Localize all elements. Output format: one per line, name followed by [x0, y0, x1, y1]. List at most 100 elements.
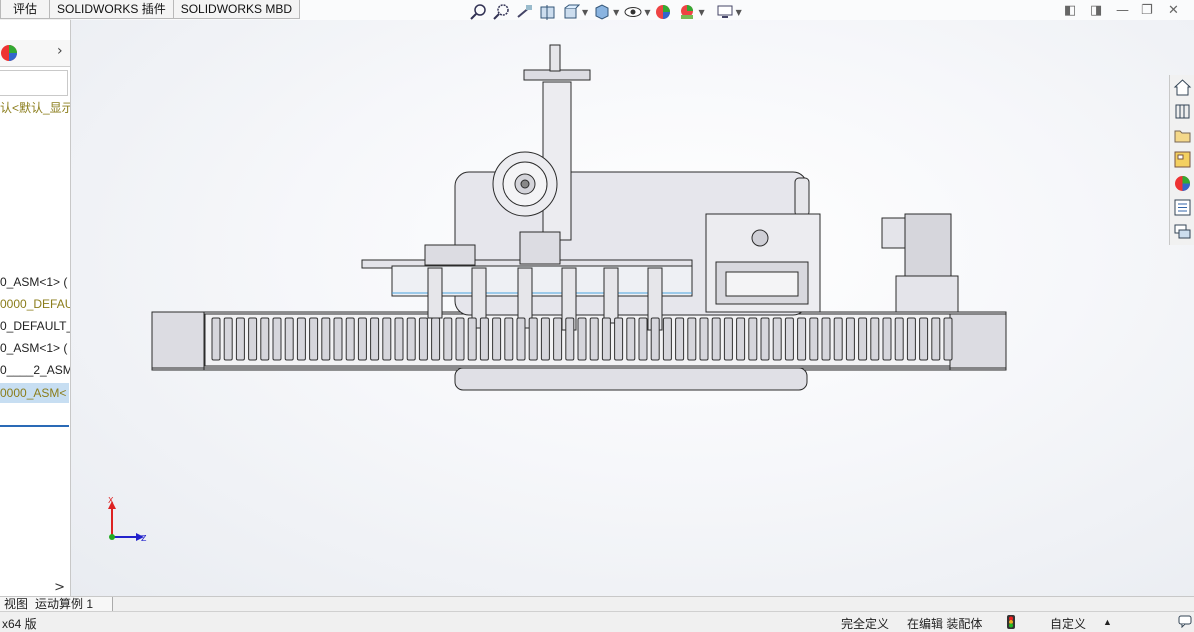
home-icon[interactable] [1173, 78, 1192, 97]
conveyor-cleat [492, 317, 502, 361]
conveyor-cleat [858, 317, 868, 361]
custom-properties-icon[interactable] [1173, 198, 1192, 217]
conveyor-cleat [784, 317, 794, 361]
chevron-up-icon[interactable]: ▲ [1103, 617, 1112, 627]
design-library-icon[interactable] [1173, 102, 1192, 121]
conveyor-cleat [736, 317, 746, 361]
help-bubble-icon[interactable] [1178, 615, 1192, 628]
chevron-down-icon[interactable]: ▼ [736, 8, 742, 17]
conveyor-cleat [260, 317, 270, 361]
reference-triad: X Z [108, 496, 147, 543]
tree-item[interactable]: 0_DEFAULT_A [0, 319, 70, 333]
edit-appearance-icon[interactable] [655, 4, 673, 20]
appearances-icon[interactable] [1173, 174, 1192, 193]
view-settings-icon[interactable] [716, 4, 734, 20]
conveyor-cleat [601, 317, 611, 361]
machine-model [151, 44, 1007, 391]
tree-filter-input[interactable] [0, 70, 68, 96]
conveyor-cleat [248, 317, 258, 361]
conveyor-cleat [223, 317, 233, 361]
view-orientation-icon[interactable] [562, 4, 580, 20]
view-palette-icon[interactable] [1173, 150, 1192, 169]
conveyor-cleat [687, 317, 697, 361]
command-manager-tabs: 评估 SOLIDWORKS 插件 SOLIDWORKS MBD [0, 0, 301, 20]
hide-show-items-icon[interactable] [624, 4, 642, 20]
conveyor-cleat [467, 317, 477, 361]
chevron-down-icon[interactable]: ▼ [644, 8, 650, 17]
tab-solidworks-addins[interactable]: SOLIDWORKS 插件 [49, 0, 174, 19]
apply-scene-icon[interactable] [678, 4, 696, 20]
conveyor-cleat [931, 317, 941, 361]
display-manager-icon[interactable] [0, 44, 18, 62]
tree-item[interactable]: 0000_DEFAU [0, 297, 70, 311]
tree-item-selected[interactable]: 0000_ASM< [0, 383, 69, 403]
conveyor-cleat [528, 317, 538, 361]
tree-item[interactable]: 0_ASM<1> ( [0, 341, 67, 355]
minimize-icon[interactable]: — [1116, 3, 1129, 18]
conveyor-cleat [699, 317, 709, 361]
rollback-bar[interactable] [0, 425, 69, 427]
tree-item[interactable]: 0_ASM<1> ( [0, 275, 67, 289]
tab-evaluate[interactable]: 评估 [0, 0, 51, 19]
conveyor-cleat [370, 317, 380, 361]
tree-item[interactable]: 0____2_ASM [0, 363, 70, 377]
feature-manager-panel: › 认<默认_显示 0_ASM<1> ( 0000_DEFAU 0_DEFAUL… [0, 20, 71, 596]
conveyor-cleat [479, 317, 489, 361]
units-selector[interactable]: 自定义 [1050, 615, 1086, 632]
task-pane [1169, 75, 1194, 245]
status-bar: x64 版 完全定义 在编辑 装配体 自定义 ▲ [0, 611, 1194, 631]
conveyor-cleat [455, 317, 465, 361]
conveyor-cleat [284, 317, 294, 361]
conveyor-cleat [589, 317, 599, 361]
conveyor-cleat [418, 317, 428, 361]
expand-arrow[interactable]: > [54, 580, 65, 595]
forum-icon[interactable] [1173, 222, 1192, 241]
conveyor-cleat [516, 317, 526, 361]
chevron-down-icon[interactable]: ▼ [698, 8, 704, 17]
editing-status: 在编辑 装配体 [907, 617, 983, 631]
tab-motion-study[interactable]: 运动算例 1 [31, 597, 113, 611]
conveyor-cleat [845, 317, 855, 361]
zoom-to-fit-icon[interactable] [470, 4, 488, 20]
conveyor-cleat [833, 317, 843, 361]
chevron-down-icon[interactable]: ▼ [582, 8, 588, 17]
file-explorer-icon[interactable] [1173, 126, 1192, 145]
conveyor-cleat [565, 317, 575, 361]
zoom-to-area-icon[interactable] [493, 4, 511, 20]
configuration-label: 认<默认_显示 [0, 101, 71, 115]
chevron-right-icon[interactable]: › [57, 43, 63, 59]
definition-status: 完全定义 [841, 617, 890, 631]
conveyor-cleat [809, 317, 819, 361]
conveyor-cleat [906, 317, 916, 361]
conveyor-cleat [723, 317, 733, 361]
triad-z-label: Z [141, 534, 147, 543]
conveyor-cleat [406, 317, 416, 361]
conveyor-cleat [431, 317, 441, 361]
previous-view-icon[interactable] [516, 4, 534, 20]
tile-right-icon[interactable]: ◨ [1090, 3, 1102, 18]
section-view-icon[interactable] [539, 4, 557, 20]
tab-solidworks-mbd[interactable]: SOLIDWORKS MBD [172, 0, 301, 19]
bottom-tabs: 视图 运动算例 1 [0, 596, 1194, 612]
display-style-icon[interactable] [593, 4, 611, 20]
conveyor-cleat [382, 317, 392, 361]
tile-left-icon[interactable]: ◧ [1064, 3, 1076, 18]
conveyor-cleat [894, 317, 904, 361]
conveyor-cleat [577, 317, 587, 361]
close-icon[interactable]: ✕ [1168, 3, 1179, 18]
triad-x-label: X [108, 496, 114, 505]
panel-tabs: › [0, 40, 70, 67]
restore-icon[interactable]: ❐ [1141, 3, 1153, 18]
conveyor-cleat [760, 317, 770, 361]
conveyor-cleat [943, 317, 953, 361]
conveyor-cleat [919, 317, 929, 361]
conveyor-cleat [748, 317, 758, 361]
chevron-down-icon[interactable]: ▼ [613, 8, 619, 17]
graphics-area[interactable] [71, 20, 1194, 596]
tab-model-view[interactable]: 视图 [0, 597, 34, 611]
rebuild-traffic-light-icon[interactable] [1006, 615, 1016, 629]
conveyor-cleat [211, 317, 221, 361]
conveyor-cleat [662, 317, 672, 361]
conveyor-cleat [345, 317, 355, 361]
conveyor-cleat [540, 317, 550, 361]
